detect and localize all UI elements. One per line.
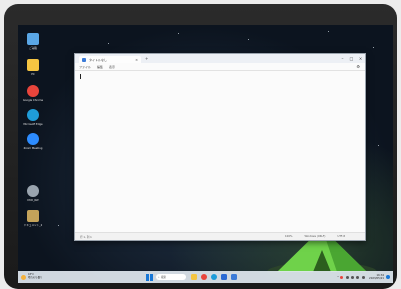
zoom-level: 100% [285,235,293,238]
taskbar-app-notepad[interactable] [231,274,237,280]
tab-title: タイトルなし [89,57,108,62]
menu-bar: ファイル 編集 表示 ⚙ [75,63,365,71]
desktop-icon-recycle-bin[interactable]: ごみ箱 [18,33,48,50]
settings-gear-icon[interactable]: ⚙ [356,64,360,69]
weather-sun-icon [21,274,26,280]
clock-date: 2023/05/21 [369,277,384,280]
star [178,33,179,34]
star [58,225,59,226]
tray-app-icon[interactable] [340,275,344,279]
star [248,39,249,40]
wifi-icon[interactable] [351,275,355,279]
star [108,43,109,44]
menu-edit[interactable]: 編集 [97,65,103,69]
desktop-icon-folder[interactable]: PC [18,59,48,76]
desktop-icon-document[interactable]: ドキュメント_2 [18,210,48,227]
taskbar-center: ⌕ 検索 [146,273,239,281]
window-controls: – □ × [338,56,365,61]
line-ending: Windows (CRLF) [304,235,326,238]
system-tray: ^ 16:34 2023/05/21 [337,274,390,280]
desktop-icon-disk[interactable]: DVD_RW [18,185,48,202]
taskbar: 18°C 晴れのち曇り ⌕ 検索 ^ 16:34 2023/05/21 [18,271,393,283]
star [373,47,374,48]
chevron-up-icon[interactable]: ^ [337,276,339,279]
desktop-icon-app[interactable]: Zoom Meeting [18,133,48,150]
desktop-icon-edge[interactable]: Microsoft Edge [18,109,48,126]
desktop-icon-label: Zoom Meeting [23,147,43,150]
weather-widget[interactable]: 18°C 晴れのち曇り [21,273,43,280]
maximize-icon[interactable]: □ [347,56,356,61]
battery-icon[interactable] [361,275,365,279]
cursor-position: 行 1, 列 1 [80,235,92,239]
disk-icon [27,185,39,197]
new-tab-button[interactable]: + [145,56,148,61]
taskbar-app-store[interactable] [221,274,227,280]
folder-icon [27,59,39,71]
text-editor[interactable] [75,71,365,233]
notification-icon[interactable] [386,275,390,279]
menu-file[interactable]: ファイル [79,65,91,69]
desktop-icon-label: Microsoft Edge [23,123,43,126]
minimize-icon[interactable]: – [338,56,347,61]
desktop-icon-label: PC [31,73,35,76]
clock[interactable]: 16:34 2023/05/21 [369,274,384,280]
search-placeholder: 検索 [160,276,167,279]
chrome-icon [27,85,39,97]
close-tab-icon[interactable]: × [135,58,138,62]
notepad-icon [82,57,86,62]
search-icon: ⌕ [158,275,160,279]
taskbar-app-file-explorer[interactable] [191,274,197,280]
taskbar-app-chrome[interactable] [201,274,207,280]
encoding: UTF-8 [337,235,345,238]
desktop-screen: ごみ箱 PC Google Chrome Microsoft Edge Zoom… [18,25,393,283]
recycle-bin-icon [27,33,39,45]
star [328,31,329,32]
desktop-icon-chrome[interactable]: Google Chrome [18,85,48,102]
desktop-icon-label: DVD_RW [27,199,39,202]
taskbar-app-edge[interactable] [211,274,217,280]
start-button[interactable] [146,273,153,281]
document-icon [27,210,39,222]
laptop-frame: ごみ箱 PC Google Chrome Microsoft Edge Zoom… [4,4,397,289]
title-bar: タイトルなし × + – □ × [75,54,365,63]
edge-icon [27,109,39,121]
notepad-window: タイトルなし × + – □ × ファイル 編集 表示 ⚙ 行 1, 列 1 1… [74,53,366,241]
desktop-icon-label: ドキュメント_2 [23,224,43,227]
status-bar: 行 1, 列 1 100% Windows (CRLF) UTF-8 [75,232,365,240]
language-icon[interactable] [345,275,349,279]
tab-untitled[interactable]: タイトルなし × [79,56,141,63]
desktop-icon-label: ごみ箱 [29,47,37,50]
app-icon [27,133,39,145]
weather-desc: 晴れのち曇り [28,276,43,279]
volume-icon[interactable] [356,275,360,279]
menu-view[interactable]: 表示 [109,65,115,69]
close-icon[interactable]: × [356,56,365,61]
taskbar-search[interactable]: ⌕ 検索 [156,274,186,280]
star [378,145,379,146]
desktop-icon-label: Google Chrome [22,99,44,102]
text-caret [80,74,81,79]
